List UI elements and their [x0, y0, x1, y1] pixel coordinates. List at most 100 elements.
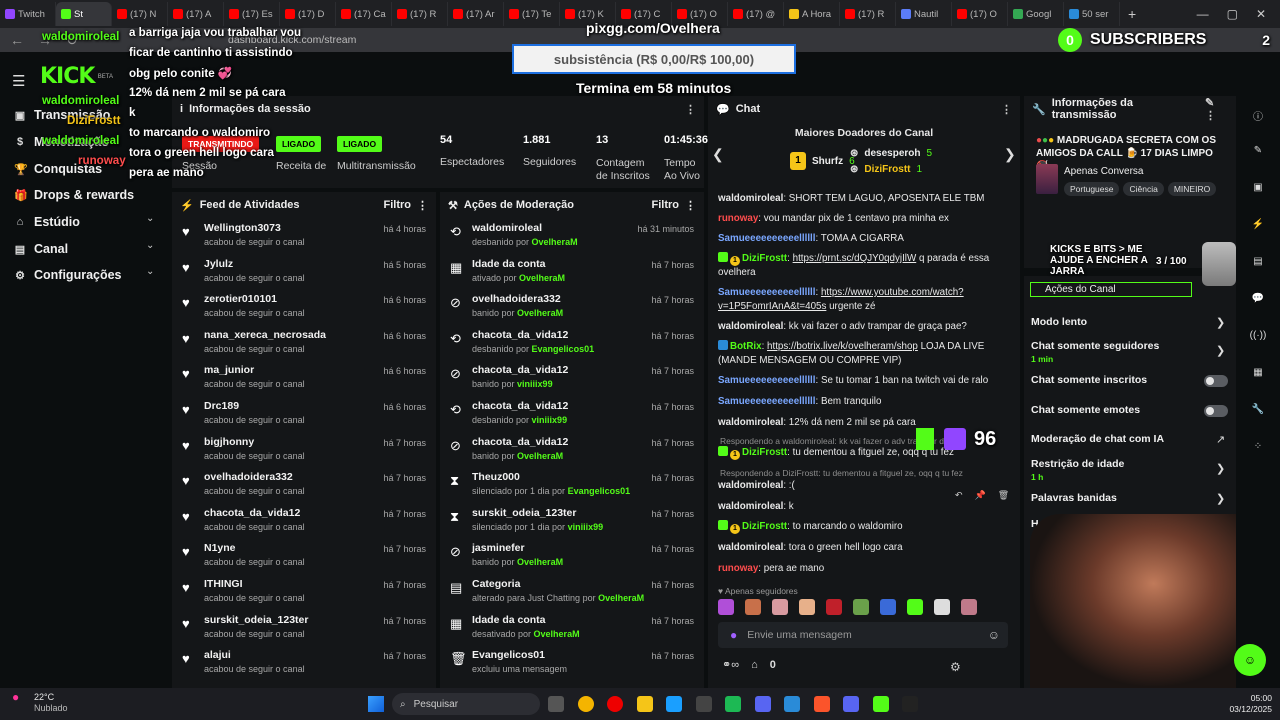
chat-username[interactable]: DiziFrostt	[742, 521, 787, 532]
filter-button[interactable]: Filtro	[384, 199, 412, 211]
top-donor[interactable]: ⊛ DiziFrostt 1	[850, 164, 922, 175]
moderator-name[interactable]: viniiix99	[532, 415, 568, 425]
moderator-name[interactable]: OvelheraM	[517, 308, 563, 318]
chat-link[interactable]: https://prnt.sc/dQJY0qdyjIlW	[793, 253, 917, 264]
chat-username[interactable]: DiziFrostt	[742, 253, 787, 264]
edit-icon[interactable]: ✎	[1248, 145, 1268, 156]
moderator-name[interactable]: OvelheraM	[532, 237, 578, 247]
moderator-name[interactable]: Evangelicos01	[532, 344, 595, 354]
chevron-right-icon[interactable]: ❯	[1216, 316, 1225, 329]
channel-setting[interactable]: Chat somente seguidores 1 min	[1031, 340, 1159, 364]
browser-tab[interactable]: (17) R	[840, 2, 896, 26]
chat-input[interactable]: ● Envie uma mensagem ☺	[718, 622, 1008, 648]
info-icon[interactable]: ⓘ	[1248, 108, 1268, 123]
taskbar-app-icon[interactable]	[548, 696, 564, 712]
taskbar-app-icon[interactable]	[695, 696, 712, 712]
minimize-icon[interactable]: —	[1197, 7, 1209, 21]
taskbar-app-icon[interactable]	[784, 696, 800, 712]
browser-tab[interactable]: (17) N	[112, 2, 168, 26]
taskbar-app-icon[interactable]	[666, 696, 682, 712]
browser-tab[interactable]: (17) Ar	[448, 2, 504, 26]
chat-username[interactable]: runoway	[718, 213, 758, 224]
chat-username[interactable]: Samueeeeeeeeeellllll	[718, 375, 816, 386]
calendar-icon[interactable]: ▦	[1248, 367, 1268, 378]
toggle-switch[interactable]	[1204, 405, 1228, 417]
chevron-right-icon[interactable]: ❯	[1216, 462, 1225, 475]
broadcast-icon[interactable]: ((·))	[1248, 330, 1268, 341]
gift-icon[interactable]: ⌂	[751, 659, 758, 671]
channel-setting[interactable]: Palavras banidas	[1031, 492, 1117, 504]
top-donor[interactable]: 1 Shurfz 6	[790, 152, 855, 170]
browser-tab[interactable]: Googl	[1008, 2, 1064, 26]
edit-icon[interactable]: ✎ ⋮	[1205, 96, 1228, 122]
emote-icon[interactable]	[772, 599, 788, 615]
chat-username[interactable]: BotRix	[730, 341, 762, 352]
reply-icon[interactable]: ↶	[955, 490, 963, 501]
chat-username[interactable]: Samueeeeeeeeeellllll	[718, 287, 816, 298]
browser-tab[interactable]: St	[56, 2, 112, 26]
emote-icon[interactable]	[961, 599, 977, 615]
chevron-down-icon[interactable]: ⌄	[146, 240, 154, 251]
browser-tab[interactable]: (17) A	[168, 2, 224, 26]
chevron-right-icon[interactable]: ❯	[1004, 146, 1016, 163]
taskbar-app-icon[interactable]	[754, 696, 771, 712]
kebab-menu-icon[interactable]: ⋮	[685, 199, 696, 212]
chat-icon[interactable]: 💬	[1248, 293, 1268, 304]
document-icon[interactable]: ▤	[1248, 256, 1268, 267]
chat-link[interactable]: https://botrix.live/k/ovelheram/shop	[767, 341, 918, 352]
taskbar-search[interactable]: ⌕ Pesquisar	[392, 693, 540, 715]
mic-icon[interactable]: ●	[730, 628, 737, 642]
emote-icon[interactable]	[745, 599, 761, 615]
emote-icon[interactable]	[826, 599, 842, 615]
chevron-right-icon[interactable]: ❯	[1216, 344, 1225, 357]
dots-icon[interactable]: ⁘	[1248, 441, 1268, 452]
browser-tab[interactable]: Twitch	[0, 2, 56, 26]
taskbar-app-icon[interactable]	[872, 696, 889, 712]
moderator-name[interactable]: OvelheraM	[517, 451, 563, 461]
stream-tag[interactable]: Ciência	[1123, 182, 1164, 196]
emote-icon[interactable]	[799, 599, 815, 615]
kebab-menu-icon[interactable]: ⋮	[685, 103, 696, 116]
sidebar-item-6[interactable]: ▤ Canal	[14, 242, 68, 256]
emoji-icon[interactable]: ☺	[988, 628, 1000, 642]
channel-setting[interactable]: Restrição de idade 1 h	[1031, 458, 1124, 482]
chat-username[interactable]: runoway	[718, 563, 758, 574]
system-clock[interactable]: 05:00 03/12/2025	[1218, 693, 1272, 715]
browser-tab[interactable]: (17) R	[392, 2, 448, 26]
taskbar-app-icon[interactable]	[813, 696, 830, 712]
kebab-menu-icon[interactable]: ⋮	[1001, 103, 1012, 116]
taskbar-app-icon[interactable]	[607, 696, 623, 712]
top-donor[interactable]: ⊛ desesperoh 5	[850, 148, 932, 159]
channel-setting[interactable]: Chat somente emotes	[1031, 404, 1140, 416]
delete-icon[interactable]: 🗑	[998, 490, 1009, 501]
maximize-icon[interactable]: ▢	[1227, 7, 1238, 21]
channel-setting[interactable]: Moderação de chat com IA	[1031, 433, 1164, 445]
browser-tab[interactable]: (17) Ca	[336, 2, 392, 26]
chat-username[interactable]: Samueeeeeeeeeellllll	[718, 233, 816, 244]
pin-icon[interactable]: 📌	[975, 490, 986, 501]
taskbar-app-icon[interactable]	[843, 696, 859, 712]
taskbar-app-icon[interactable]	[636, 696, 653, 712]
new-tab-button[interactable]: +	[1120, 6, 1144, 22]
moderator-name[interactable]: OvelheraM	[534, 629, 580, 639]
browser-tab[interactable]: 50 ser	[1064, 2, 1120, 26]
browser-tab[interactable]: (17) D	[280, 2, 336, 26]
channel-setting[interactable]: Modo lento	[1031, 316, 1087, 328]
back-icon[interactable]: ←	[10, 32, 24, 49]
browser-tab[interactable]: Nautil	[896, 2, 952, 26]
wrench-icon[interactable]: 🔧	[1248, 404, 1268, 415]
external-link-icon[interactable]: ↗	[1216, 433, 1225, 446]
moderator-name[interactable]: OvelheraM	[598, 593, 644, 603]
chat-username[interactable]: DiziFrostt	[742, 447, 787, 458]
chevron-left-icon[interactable]: ❮	[712, 146, 724, 163]
moderator-name[interactable]: OvelheraM	[519, 273, 565, 283]
chat-username[interactable]: waldomiroleal	[718, 480, 783, 491]
close-icon[interactable]: ✕	[1256, 7, 1266, 21]
emote-icon[interactable]	[880, 599, 896, 615]
browser-tab[interactable]: A Hora	[784, 2, 840, 26]
bolt-icon[interactable]: ⚡	[1248, 219, 1268, 230]
support-chat-button[interactable]: ☺	[1234, 644, 1266, 676]
sidebar-item-4[interactable]: 🎁 Drops & rewards	[14, 188, 134, 202]
moderator-name[interactable]: OvelheraM	[517, 557, 563, 567]
emote-icon[interactable]	[907, 599, 923, 615]
